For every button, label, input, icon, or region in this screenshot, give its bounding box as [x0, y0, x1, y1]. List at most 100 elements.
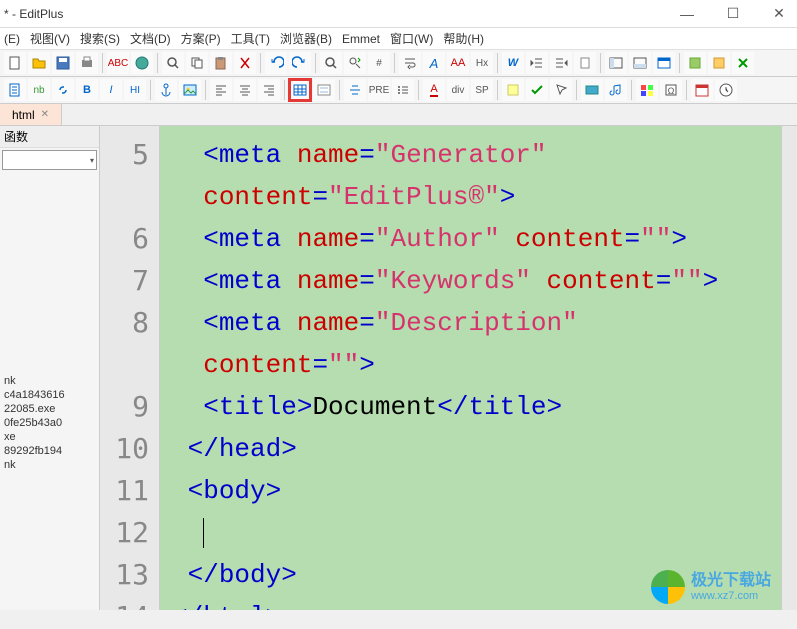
maximize-button[interactable]: ☐: [719, 5, 747, 22]
script-button[interactable]: [502, 79, 524, 101]
anchor-button[interactable]: [155, 79, 177, 101]
line-number-gutter: 567891011121314: [100, 126, 160, 610]
span-button[interactable]: SP: [471, 79, 493, 101]
watermark-text: 极光下载站: [691, 572, 771, 590]
time-button[interactable]: [715, 79, 737, 101]
window-controls: — ☐ ✕: [673, 5, 793, 22]
indent-right-button[interactable]: [550, 52, 572, 74]
copy-button[interactable]: [186, 52, 208, 74]
hex-button[interactable]: Hx: [471, 52, 493, 74]
tab-html[interactable]: html ✕: [0, 104, 62, 125]
save-button[interactable]: [52, 52, 74, 74]
wordwrap-button[interactable]: [399, 52, 421, 74]
font-color-button[interactable]: A: [423, 79, 445, 101]
tool1-button[interactable]: [684, 52, 706, 74]
table-button[interactable]: [289, 79, 311, 101]
file-item[interactable]: 89292fb194: [0, 444, 99, 458]
undo-button[interactable]: [265, 52, 287, 74]
audio-button[interactable]: [605, 79, 627, 101]
file-item[interactable]: nk: [0, 374, 99, 388]
browser-preview-button[interactable]: [131, 52, 153, 74]
watermark-logo-icon: [651, 570, 685, 604]
vertical-scrollbar[interactable]: [781, 126, 797, 610]
toolbar-main: ABC # A AA Hx W: [0, 50, 797, 77]
file-item[interactable]: c4a1843616: [0, 388, 99, 402]
menu-browser[interactable]: 浏览器(B): [280, 30, 332, 47]
file-item[interactable]: 0fe25b43a0: [0, 416, 99, 430]
center-tag-button[interactable]: [344, 79, 366, 101]
align-center-button[interactable]: [234, 79, 256, 101]
sidebar: 函数 ▾ nk c4a1843616 22085.exe 0fe25b43a0 …: [0, 126, 100, 610]
div-button[interactable]: div: [447, 79, 469, 101]
cut-button[interactable]: [234, 52, 256, 74]
menu-window[interactable]: 窗口(W): [390, 30, 433, 47]
tab-label: html: [12, 108, 35, 122]
spellcheck-button[interactable]: ABC: [107, 52, 129, 74]
code-editor[interactable]: 567891011121314 <meta name="Generator" c…: [100, 126, 781, 610]
code-content[interactable]: <meta name="Generator" content="EditPlus…: [160, 126, 781, 610]
sidebar-header: 函数: [0, 126, 99, 148]
toolbar-html: nb B I HI PRE A div SP Ω: [0, 77, 797, 104]
new-file-button[interactable]: [4, 52, 26, 74]
menu-project[interactable]: 方案(P): [181, 30, 221, 47]
menu-edit[interactable]: (E): [4, 32, 20, 46]
tab-close-icon[interactable]: ✕: [41, 109, 49, 120]
list-button[interactable]: [392, 79, 414, 101]
heading-button[interactable]: HI: [124, 79, 146, 101]
watermark: 极光下载站 www.xz7.com: [651, 570, 771, 604]
clipboard-button[interactable]: [574, 52, 596, 74]
menubar: (E) 视图(V) 搜索(S) 文档(D) 方案(P) 工具(T) 浏览器(B)…: [0, 28, 797, 50]
print-button[interactable]: [76, 52, 98, 74]
goto-line-button[interactable]: #: [368, 52, 390, 74]
replace-button[interactable]: [344, 52, 366, 74]
browser-button[interactable]: [653, 52, 675, 74]
check-button[interactable]: [526, 79, 548, 101]
minimize-button[interactable]: —: [673, 6, 701, 22]
svg-text:Ω: Ω: [668, 86, 675, 96]
open-file-button[interactable]: [28, 52, 50, 74]
font-button[interactable]: A: [423, 52, 445, 74]
menu-search[interactable]: 搜索(S): [80, 30, 120, 47]
date-button[interactable]: [691, 79, 713, 101]
nb-button[interactable]: nb: [28, 79, 50, 101]
menu-tools[interactable]: 工具(T): [231, 30, 270, 47]
char-button[interactable]: Ω: [660, 79, 682, 101]
search-button[interactable]: [320, 52, 342, 74]
word-button[interactable]: W: [502, 52, 524, 74]
sidebar-filelist: nk c4a1843616 22085.exe 0fe25b43a0 xe 89…: [0, 372, 99, 610]
image-button[interactable]: [179, 79, 201, 101]
settings-button[interactable]: [732, 52, 754, 74]
menu-emmet[interactable]: Emmet: [342, 32, 380, 46]
html-page-button[interactable]: [4, 79, 26, 101]
cursor-button[interactable]: [550, 79, 572, 101]
titlebar: * - EditPlus — ☐ ✕: [0, 0, 797, 28]
file-item[interactable]: xe: [0, 430, 99, 444]
link-button[interactable]: [52, 79, 74, 101]
align-right-button[interactable]: [258, 79, 280, 101]
watermark-url: www.xz7.com: [691, 590, 771, 602]
menu-view[interactable]: 视图(V): [30, 30, 70, 47]
close-window-button[interactable]: ✕: [765, 5, 793, 22]
redo-button[interactable]: [289, 52, 311, 74]
sidebar-combo[interactable]: ▾: [2, 150, 97, 170]
toggle-output-button[interactable]: [629, 52, 651, 74]
italic-button[interactable]: I: [100, 79, 122, 101]
color-picker-button[interactable]: [636, 79, 658, 101]
indent-left-button[interactable]: [526, 52, 548, 74]
paste-button[interactable]: [210, 52, 232, 74]
document-tabbar: html ✕: [0, 104, 797, 126]
window-title: * - EditPlus: [4, 7, 63, 21]
font-size-button[interactable]: AA: [447, 52, 469, 74]
bold-button[interactable]: B: [76, 79, 98, 101]
media-button[interactable]: [581, 79, 603, 101]
menu-document[interactable]: 文档(D): [130, 30, 171, 47]
tool2-button[interactable]: [708, 52, 730, 74]
file-item[interactable]: nk: [0, 458, 99, 472]
file-item[interactable]: 22085.exe: [0, 402, 99, 416]
menu-help[interactable]: 帮助(H): [443, 30, 484, 47]
toggle-panel-button[interactable]: [605, 52, 627, 74]
align-left-button[interactable]: [210, 79, 232, 101]
pre-button[interactable]: PRE: [368, 79, 390, 101]
form-button[interactable]: [313, 79, 335, 101]
find-button[interactable]: [162, 52, 184, 74]
